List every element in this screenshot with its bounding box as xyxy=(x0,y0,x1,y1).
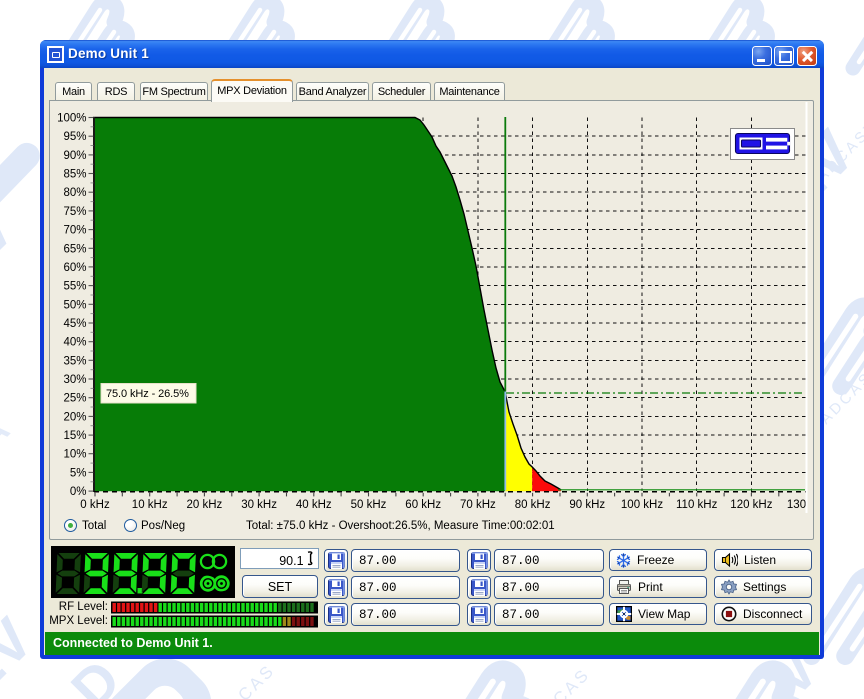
svg-text:50 kHz: 50 kHz xyxy=(351,499,387,511)
svg-text:40 kHz: 40 kHz xyxy=(296,499,332,511)
svg-text:20 kHz: 20 kHz xyxy=(187,499,223,511)
svg-text:55%: 55% xyxy=(63,281,86,293)
svg-text:35%: 35% xyxy=(63,355,86,367)
svg-text:90%: 90% xyxy=(63,150,86,162)
svg-text:20%: 20% xyxy=(63,411,86,423)
svg-text:90 kHz: 90 kHz xyxy=(569,499,605,511)
svg-text:40%: 40% xyxy=(63,337,86,349)
svg-text:45%: 45% xyxy=(63,318,86,330)
svg-text:100 kHz: 100 kHz xyxy=(621,499,663,511)
svg-text:5%: 5% xyxy=(70,467,87,479)
svg-text:65%: 65% xyxy=(63,243,86,255)
svg-text:110 kHz: 110 kHz xyxy=(676,499,718,511)
svg-text:85%: 85% xyxy=(63,169,86,181)
svg-text:120 kHz: 120 kHz xyxy=(730,499,772,511)
svg-text:70 kHz: 70 kHz xyxy=(460,499,496,511)
svg-text:60 kHz: 60 kHz xyxy=(405,499,441,511)
svg-text:60%: 60% xyxy=(63,262,86,274)
svg-text:15%: 15% xyxy=(63,430,86,442)
svg-text:10 kHz: 10 kHz xyxy=(132,499,168,511)
svg-text:50%: 50% xyxy=(63,299,86,311)
svg-text:0%: 0% xyxy=(70,486,87,498)
svg-text:75%: 75% xyxy=(63,206,86,218)
svg-text:70%: 70% xyxy=(63,225,86,237)
svg-text:10%: 10% xyxy=(63,449,86,461)
svg-text:80 kHz: 80 kHz xyxy=(515,499,551,511)
svg-text:130: 130 xyxy=(787,499,806,511)
svg-text:30 kHz: 30 kHz xyxy=(241,499,277,511)
svg-text:0 kHz: 0 kHz xyxy=(80,499,110,511)
svg-text:100%: 100% xyxy=(57,113,86,125)
svg-text:95%: 95% xyxy=(63,131,86,143)
svg-text:75.0 kHz - 26.5%: 75.0 kHz - 26.5% xyxy=(106,388,189,400)
svg-text:80%: 80% xyxy=(63,187,86,199)
svg-text:30%: 30% xyxy=(63,374,86,386)
svg-text:25%: 25% xyxy=(63,393,86,405)
